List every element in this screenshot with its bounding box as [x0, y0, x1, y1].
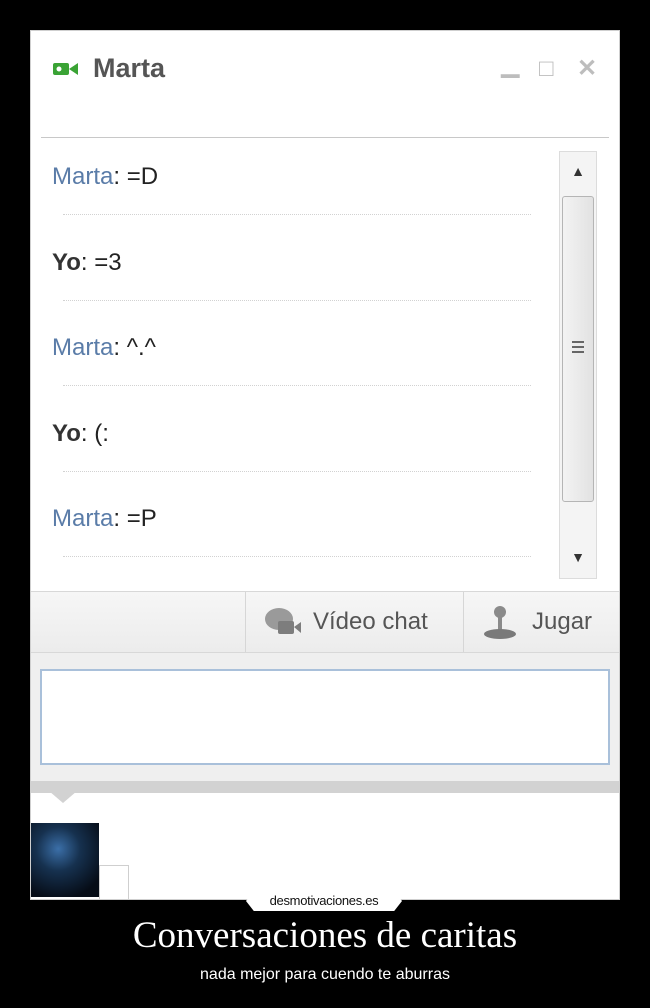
message-divider	[63, 471, 531, 472]
site-watermark: desmotivaciones.es	[246, 891, 402, 911]
message: Marta: =P	[52, 505, 157, 533]
grip-line	[572, 341, 584, 343]
message-scrollbar[interactable]: ▲ ▼	[559, 151, 597, 579]
message-text: (:	[87, 420, 109, 447]
message: Marta: ^.^	[52, 334, 156, 362]
close-icon[interactable]: ✕	[577, 57, 597, 81]
grip-line	[572, 346, 584, 348]
message: Yo: (:	[52, 420, 109, 448]
message-divider	[63, 214, 531, 215]
message-text: =D	[120, 163, 159, 190]
jugar-label: Jugar	[532, 608, 593, 635]
scroll-up-arrow-icon[interactable]: ▲	[560, 158, 596, 184]
bottom-bar	[31, 781, 619, 793]
grip-line	[572, 351, 584, 353]
chat-input[interactable]	[40, 669, 610, 765]
scroll-down-arrow-icon[interactable]: ▼	[560, 544, 596, 570]
chat-window: Marta ▁ □ ✕ Marta: =D Yo: =3 Marta: ^.^ …	[30, 30, 620, 900]
message-list: Marta: =D Yo: =3 Marta: ^.^ Yo: (: Marta…	[31, 141, 556, 591]
message-divider	[63, 300, 531, 301]
message-sender: Marta	[52, 334, 114, 361]
video-chat-icon	[265, 608, 301, 634]
scroll-thumb[interactable]	[562, 196, 594, 502]
joystick-icon	[484, 606, 516, 639]
window-header: Marta ▁ □ ✕	[31, 31, 619, 139]
message-sender: Marta	[52, 163, 114, 190]
chat-toolbar: Vídeo chat Jugar	[31, 591, 619, 653]
window-title: Marta	[93, 53, 166, 83]
message-text: ^.^	[120, 334, 156, 361]
message-colon: :	[80, 420, 88, 447]
play-game-button[interactable]: Jugar	[463, 592, 619, 652]
message: Yo: =3	[52, 249, 122, 277]
message-sender: Yo	[52, 249, 81, 276]
video-chat-button[interactable]: Vídeo chat	[245, 592, 463, 652]
message-divider	[63, 385, 531, 386]
maximize-icon[interactable]: □	[539, 57, 554, 81]
message-divider	[63, 556, 531, 557]
video-camera-icon	[53, 63, 78, 75]
poster-subtitle: nada mejor para cuendo te aburras	[200, 966, 450, 983]
header-divider	[41, 137, 609, 138]
speech-notch	[49, 791, 77, 803]
message-sender: Yo	[52, 420, 81, 447]
minimize-icon[interactable]: ▁	[501, 53, 519, 77]
poster-title: Conversaciones de caritas	[132, 915, 518, 956]
compose-area	[31, 653, 619, 783]
avatar[interactable]	[31, 823, 99, 897]
avatar-frame	[99, 865, 129, 899]
message-text: =3	[87, 249, 122, 276]
message-colon: :	[80, 249, 88, 276]
video-chat-label: Vídeo chat	[313, 608, 428, 635]
message-text: =P	[120, 505, 157, 532]
message: Marta: =D	[52, 163, 158, 191]
message-sender: Marta	[52, 505, 114, 532]
